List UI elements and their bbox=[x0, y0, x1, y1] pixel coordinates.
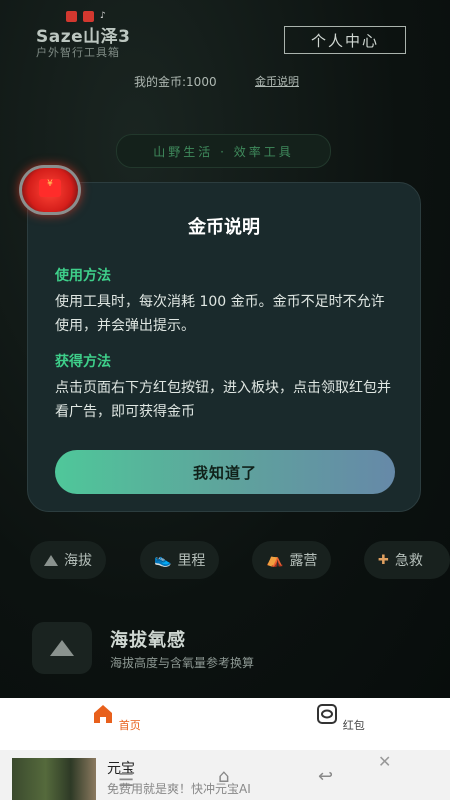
ad-thumbnail[interactable] bbox=[12, 758, 96, 800]
mountain-icon bbox=[44, 554, 58, 566]
shoe-icon: 👟 bbox=[154, 552, 172, 568]
chip-camping[interactable]: ⛺ 露营 bbox=[252, 541, 332, 579]
usage-section-body: 使用工具时，每次消耗 100 金币。金币不足时不允许使用，并会弹出提示。 bbox=[55, 294, 385, 334]
home-icon bbox=[94, 705, 113, 723]
profile-center-button[interactable]: 个人中心 bbox=[284, 26, 406, 54]
bottom-tab-bar: 首页 红包 bbox=[0, 698, 450, 750]
menu-icon[interactable]: ☰ bbox=[118, 770, 134, 791]
slogan-pill: 山野生活 · 效率工具 bbox=[116, 134, 331, 168]
yuan-icon: ¥ bbox=[39, 179, 61, 197]
got-it-button[interactable]: 我知道了 bbox=[55, 450, 395, 494]
bandage-icon: ✚ bbox=[378, 552, 389, 568]
modal-title: 金币说明 bbox=[188, 217, 260, 238]
back-icon[interactable]: ↩ bbox=[318, 766, 333, 787]
notification-icon bbox=[66, 11, 77, 22]
mountain-icon bbox=[50, 640, 74, 656]
tab-home[interactable]: 首页 bbox=[86, 702, 146, 733]
coin-balance: 我的金币:1000 bbox=[134, 75, 217, 89]
chip-altitude[interactable]: 海拔 bbox=[30, 541, 106, 579]
feature-title[interactable]: 海拔氧感 bbox=[110, 626, 186, 652]
chip-label: 急救 bbox=[394, 553, 423, 569]
earn-section-title: 获得方法 bbox=[55, 354, 111, 370]
notification-icon bbox=[83, 11, 94, 22]
chip-mileage[interactable]: 👟 里程 bbox=[140, 541, 220, 579]
tiktok-icon: ♪ bbox=[100, 11, 106, 21]
chip-firstaid[interactable]: ✚ 急救 bbox=[364, 541, 450, 579]
feature-subtitle: 海拔高度与含氧量参考换算 bbox=[110, 656, 255, 670]
tab-redpack[interactable]: 红包 bbox=[310, 702, 370, 733]
altitude-feature-icon[interactable] bbox=[32, 622, 92, 674]
app-subtitle: 户外智行工具箱 bbox=[36, 46, 120, 59]
tab-redpack-label: 红包 bbox=[342, 719, 365, 732]
earn-section-body: 点击页面右下方红包按钮，进入板块，点击领取红包并看广告，即可获得金币 bbox=[55, 380, 391, 420]
tab-home-label: 首页 bbox=[118, 719, 141, 732]
chip-label: 里程 bbox=[177, 553, 206, 569]
coin-info-modal: 金币说明 使用方法 使用工具时，每次消耗 100 金币。金币不足时不允许使用，并… bbox=[27, 182, 421, 512]
chip-label: 海拔 bbox=[64, 553, 92, 569]
usage-section-title: 使用方法 bbox=[55, 268, 111, 284]
close-icon[interactable]: ✕ bbox=[378, 752, 391, 771]
red-packet-icon[interactable]: ¥ bbox=[19, 165, 81, 215]
home-nav-icon[interactable]: ⌂ bbox=[218, 766, 229, 787]
status-bar-icons: ♪ bbox=[66, 11, 111, 22]
coin-help-link[interactable]: 金币说明 bbox=[255, 73, 299, 89]
chip-label: 露营 bbox=[289, 553, 318, 569]
redpack-tab-icon bbox=[317, 704, 338, 724]
tent-icon: ⛺ bbox=[266, 552, 284, 568]
